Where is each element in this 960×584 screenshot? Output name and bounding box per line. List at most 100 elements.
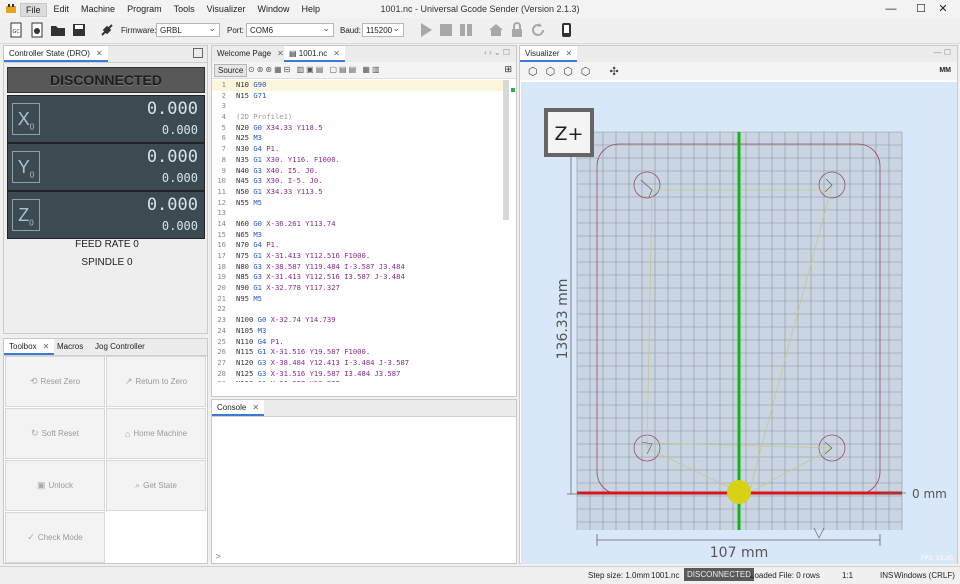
code-line[interactable]: 11 N50 G1 X34.33 Y113.5	[212, 187, 508, 198]
menu-help[interactable]: Help	[296, 3, 325, 17]
code-line[interactable]: 16 N70 G4 P1.	[212, 240, 508, 251]
axis-z-label[interactable]: Z0	[12, 199, 40, 231]
tab-visualizer[interactable]: Visualizer ✕	[520, 46, 578, 62]
tab-macros[interactable]: Macros	[52, 339, 88, 355]
unlock-button[interactable]: ▣ Unlock	[5, 460, 105, 511]
tab-dro[interactable]: Controller State (DRO) ✕	[4, 46, 108, 62]
menu-edit[interactable]: Edit	[49, 3, 75, 17]
connect-icon[interactable]	[99, 22, 115, 38]
code-text: N110 G4 P1.	[236, 336, 284, 346]
check-mode-button[interactable]: ✓ Check Mode	[5, 512, 105, 563]
menu-visualizer[interactable]: Visualizer	[202, 3, 251, 17]
code-line[interactable]: 22	[212, 304, 508, 315]
editor-scrollbar[interactable]	[503, 80, 509, 220]
open-gcode-icon[interactable]: GC	[8, 22, 24, 38]
menu-program[interactable]: Program	[122, 3, 167, 17]
code-line[interactable]: 7 N30 G4 P1.	[212, 144, 508, 155]
title-bar: 1001.nc - Universal Gcode Sender (Versio…	[0, 0, 960, 18]
firmware-select[interactable]: GRBL	[156, 21, 220, 37]
code-editor[interactable]: 1 N10 G90 2 N15 G71 3 4 (2D Profile1) 5 N20 G0 X…	[212, 80, 508, 382]
open-folder-icon[interactable]	[50, 22, 66, 38]
device-icon[interactable]	[558, 22, 574, 38]
close-icon[interactable]: ✕	[333, 49, 340, 58]
tab-toolbox[interactable]: Toolbox ✕	[4, 339, 55, 355]
code-line[interactable]: 20 N90 G1 X-32.778 Y117.327	[212, 283, 508, 294]
code-line[interactable]: 24 N105 M3	[212, 326, 508, 337]
soft-reset-button[interactable]: ↻ Soft Reset	[5, 408, 105, 459]
code-line[interactable]: 27 N120 G3 X-38.484 Y12.413 I-3.484 J-3.5…	[212, 358, 508, 369]
code-line[interactable]: 29 N130 G1 X-36.327 Y18.222	[212, 379, 508, 382]
editor-tool-icons[interactable]: ⊙⊚⊛▦⊟ ▥▣▤ ▢▤▤ ▦▥	[248, 65, 382, 74]
code-line[interactable]: 2 N15 G71	[212, 91, 508, 102]
code-line[interactable]: 10 N45 G3 X30. I-5. J0.	[212, 176, 508, 187]
pause-icon[interactable]	[458, 22, 474, 38]
reset-zero-button[interactable]: ⟲ Reset Zero	[5, 356, 105, 407]
close-window-button[interactable]: ✕	[920, 0, 960, 18]
code-line[interactable]: 12 N55 M5	[212, 198, 508, 209]
code-line[interactable]: 18 N80 G3 X-38.587 Y119.484 I-3.587 J3.48…	[212, 262, 508, 273]
toolbox-panel: Toolbox ✕ Macros Jog Controller ⟲ Reset Ze…	[3, 338, 208, 564]
code-line[interactable]: 21 N95 M5	[212, 294, 508, 305]
code-text: N120 G3 X-38.484 Y12.413 I-3.484 J-3.587	[236, 357, 410, 367]
code-line[interactable]: 26 N115 G1 X-31.516 Y19.587 F1000.	[212, 347, 508, 358]
view-cube-icons[interactable]: ⬡⬡⬡⬡ ✣	[528, 65, 627, 78]
code-line[interactable]: 3	[212, 101, 508, 112]
mm-toggle[interactable]: MM	[939, 67, 951, 74]
close-icon[interactable]: ✕	[277, 49, 284, 58]
console-prompt[interactable]: >	[216, 552, 221, 561]
close-icon[interactable]: ✕	[252, 403, 259, 412]
home-icon[interactable]	[488, 22, 504, 38]
play-icon[interactable]	[418, 22, 434, 38]
save-icon[interactable]	[71, 22, 87, 38]
lock-icon[interactable]	[509, 22, 525, 38]
code-line[interactable]: 23 N100 G0 X-32.74 Y14.739	[212, 315, 508, 326]
tab-welcome-page[interactable]: Welcome Page ✕	[212, 46, 289, 62]
baud-select[interactable]: 115200	[362, 21, 404, 37]
axis-y-label[interactable]: Y0	[12, 151, 40, 183]
code-line[interactable]: 15 N65 M3	[212, 230, 508, 241]
axis-x-label[interactable]: X0	[12, 103, 40, 135]
return-to-zero-button[interactable]: ↗ Return to Zero	[106, 356, 206, 407]
code-line[interactable]: 8 N35 G1 X30. Y116. F1000.	[212, 155, 508, 166]
toolbox-tabbar: Toolbox ✕ Macros Jog Controller	[4, 339, 207, 356]
menu-file[interactable]: File	[20, 3, 47, 17]
code-line[interactable]: 4 (2D Profile1)	[212, 112, 508, 123]
insert-mode: INS	[880, 571, 894, 580]
code-line[interactable]: 19 N85 G3 X-31.413 Y112.516 I3.587 J-3.48…	[212, 272, 508, 283]
tab-nav-icons[interactable]: ‹ › ⌄ ☐	[484, 48, 510, 57]
reset-icon[interactable]	[530, 22, 546, 38]
code-line[interactable]: 1 N10 G90	[212, 80, 508, 91]
loaded-rows: Loaded File: 0 rows	[750, 571, 820, 580]
menu-machine[interactable]: Machine	[76, 3, 120, 17]
code-line[interactable]: 28 N125 G3 X-31.516 Y19.587 I3.484 J3.587	[212, 369, 508, 380]
close-icon[interactable]: ✕	[566, 49, 573, 58]
tab-console[interactable]: Console ✕	[212, 400, 265, 416]
close-icon[interactable]: ✕	[43, 342, 50, 351]
new-file-icon[interactable]	[29, 22, 45, 38]
source-toggle[interactable]: Source	[214, 64, 248, 77]
code-line[interactable]: 9 N40 G3 X40. I5. J0.	[212, 166, 508, 177]
menu-tools[interactable]: Tools	[169, 3, 200, 17]
visualizer-canvas[interactable]: Z+ 136.33 mm 107 mm 0 mm FPS: 10.00	[521, 82, 957, 564]
tab-1001-nc[interactable]: ▤ 1001.nc ✕	[284, 46, 345, 62]
get-state-button[interactable]: ⌕ Get State	[106, 460, 206, 511]
code-line[interactable]: 14 N60 G0 X-36.261 Y113.74	[212, 219, 508, 230]
maximize-icon[interactable]	[193, 48, 203, 58]
line-number: 26	[217, 347, 226, 357]
code-line[interactable]: 17 N75 G1 X-31.413 Y112.516 F1000.	[212, 251, 508, 262]
expand-icon[interactable]: ⊞	[504, 64, 512, 75]
code-line[interactable]: 6 N25 M3	[212, 133, 508, 144]
close-icon[interactable]: ✕	[96, 49, 103, 58]
code-line[interactable]: 13	[212, 208, 508, 219]
menu-window[interactable]: Window	[252, 3, 294, 17]
port-select[interactable]: COM6	[246, 21, 334, 37]
stop-icon[interactable]	[438, 22, 454, 38]
console-panel: Console ✕ >	[211, 399, 517, 564]
code-line[interactable]: 25 N110 G4 P1.	[212, 337, 508, 348]
home-machine-button[interactable]: ⌂ Home Machine	[106, 408, 206, 459]
tab-jog-controller[interactable]: Jog Controller	[90, 339, 150, 355]
code-text: N25 M3	[236, 133, 262, 143]
feed-rate-value: 0	[133, 239, 139, 250]
window-icons[interactable]: — ☐	[934, 48, 951, 57]
code-line[interactable]: 5 N20 G0 X34.33 Y118.5	[212, 123, 508, 134]
